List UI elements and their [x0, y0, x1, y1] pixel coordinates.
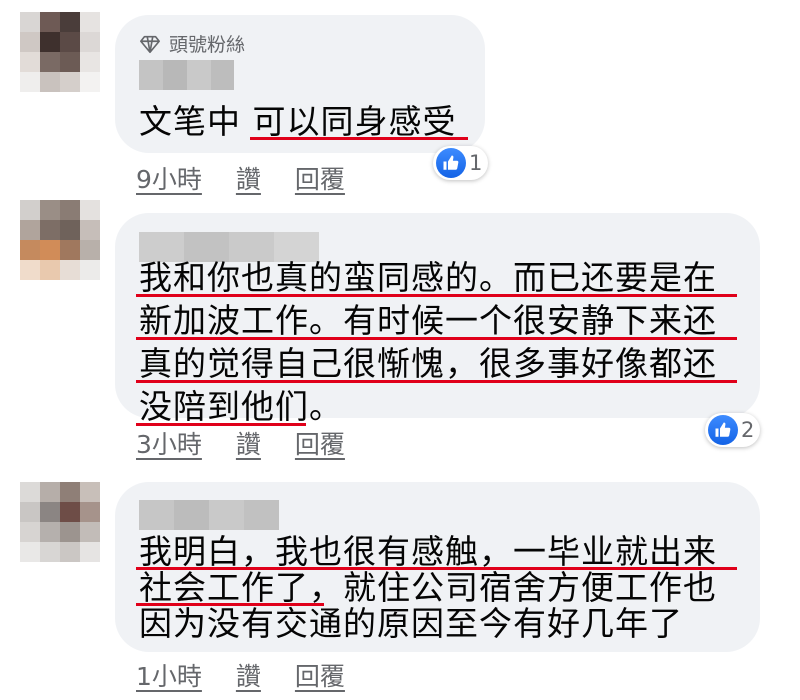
comment-actions: 1小時 讚 回覆	[136, 657, 345, 693]
comment-text: 新加波工作。有时候一个很安静下来还	[139, 301, 717, 340]
author-name[interactable]	[139, 60, 234, 90]
text-underline	[136, 380, 737, 383]
like-button[interactable]: 讚	[236, 160, 261, 196]
comment-text: 我和你也真的蛮同感的。而已还要是在	[139, 258, 717, 297]
comment-text: 我明白，我也很有感触，一毕业就出来	[139, 532, 717, 571]
text-underline	[250, 137, 468, 140]
badge-label: 頭號粉絲	[169, 34, 246, 56]
reply-button[interactable]: 回覆	[295, 657, 345, 693]
comment-text: 文笔中 可以同身感受	[139, 102, 457, 141]
text-underline	[136, 337, 737, 340]
reaction-count[interactable]: 2	[705, 413, 761, 447]
comment-text: 没陪到他们。	[139, 387, 343, 426]
author-name[interactable]	[139, 500, 279, 530]
text-underline	[136, 567, 737, 570]
timestamp-link[interactable]: 3小時	[136, 425, 202, 461]
timestamp-link[interactable]: 1小時	[136, 657, 202, 693]
reply-button[interactable]: 回覆	[295, 160, 345, 196]
reply-button[interactable]: 回覆	[295, 425, 345, 461]
comment-text: 社会工作了，就住公司宿舍方便工作也	[139, 568, 717, 607]
timestamp-link[interactable]: 9小時	[136, 160, 202, 196]
comment-text: 因为没有交通的原因至今有好几年了	[139, 604, 683, 643]
reaction-count[interactable]: 1	[433, 146, 489, 180]
like-icon	[436, 148, 466, 178]
like-button[interactable]: 讚	[236, 657, 261, 693]
comment-actions: 3小時 讚 回覆	[136, 425, 345, 461]
diamond-icon	[140, 35, 160, 53]
comment-text: 真的觉得自己很惭愧，很多事好像都还	[139, 344, 717, 383]
like-icon	[708, 415, 738, 445]
avatar[interactable]	[20, 12, 100, 92]
top-fan-badge: 頭號粉絲	[139, 30, 245, 57]
text-underline	[136, 603, 324, 606]
like-button[interactable]: 讚	[236, 425, 261, 461]
avatar[interactable]	[20, 200, 100, 280]
avatar[interactable]	[20, 482, 100, 562]
text-underline	[136, 294, 737, 297]
comment-actions: 9小時 讚 回覆	[136, 160, 345, 196]
